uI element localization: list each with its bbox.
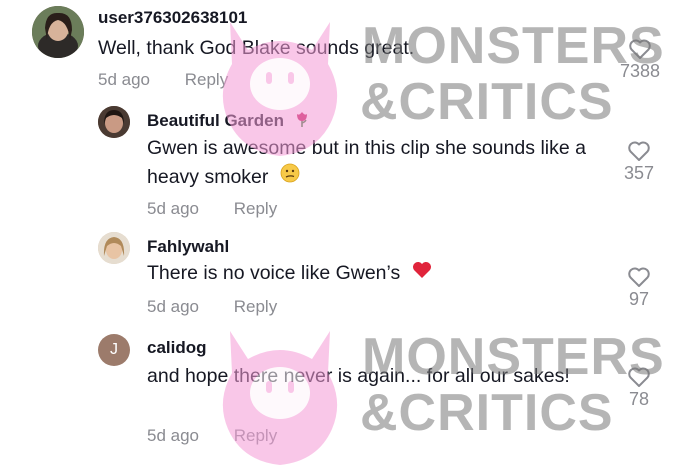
timestamp: 5d ago — [147, 426, 199, 445]
comment-text-row: There is no voice like Gwen’s — [147, 259, 597, 288]
timestamp: 5d ago — [147, 199, 199, 218]
reply-button[interactable]: Reply — [234, 297, 277, 317]
reply-button[interactable]: Reply — [185, 70, 228, 90]
reply-button[interactable]: Reply — [234, 199, 277, 219]
like-count: 97 — [628, 289, 650, 309]
like-count: 7388 — [619, 61, 661, 81]
comment-meta: 5d ago Reply — [147, 426, 277, 446]
rose-icon — [295, 110, 309, 133]
user-photo-icon — [32, 6, 84, 58]
username[interactable]: Fahlywahl — [147, 237, 229, 257]
comment-text-row: Gwen is awesome but in this clip she sou… — [147, 134, 597, 192]
avatar[interactable] — [32, 6, 84, 58]
heart-outline-icon — [628, 141, 650, 161]
watermark-line2: &CRITICS — [360, 384, 614, 442]
confused-face-icon — [280, 163, 300, 192]
user-photo-icon — [98, 232, 130, 264]
like-button[interactable]: 97 — [609, 266, 669, 310]
comment-meta: 5d ago Reply — [147, 297, 277, 317]
avatar[interactable]: J — [98, 334, 130, 366]
username-row: Beautiful Garden — [147, 110, 309, 133]
comment-text: and hope there never is again... for all… — [147, 365, 570, 387]
comment-meta: 5d ago Reply — [98, 70, 228, 90]
avatar[interactable] — [98, 232, 130, 264]
comment-text: Gwen is awesome but in this clip she sou… — [147, 137, 586, 188]
like-button[interactable]: 357 — [609, 140, 669, 184]
user-photo-icon — [98, 106, 130, 138]
red-heart-icon — [412, 259, 432, 288]
timestamp: 5d ago — [98, 70, 150, 89]
username[interactable]: Beautiful Garden — [147, 111, 284, 130]
username[interactable]: calidog — [147, 338, 207, 358]
username[interactable]: user376302638101 — [98, 8, 247, 28]
avatar[interactable] — [98, 106, 130, 138]
heart-outline-icon — [629, 39, 651, 59]
heart-outline-icon — [628, 367, 650, 387]
like-count: 357 — [623, 163, 655, 183]
monster-mascot-icon — [222, 331, 338, 465]
timestamp: 5d ago — [147, 297, 199, 316]
avatar-initial: J — [110, 341, 118, 358]
comment-text: Well, thank God Blake sounds great. — [98, 37, 415, 59]
heart-outline-icon — [628, 267, 650, 287]
comment-text: There is no voice like Gwen’s — [147, 262, 401, 284]
like-button[interactable]: 78 — [609, 366, 669, 410]
like-button[interactable]: 7388 — [610, 38, 670, 82]
reply-button[interactable]: Reply — [234, 426, 277, 446]
like-count: 78 — [628, 389, 650, 409]
comment-meta: 5d ago Reply — [147, 199, 277, 219]
watermark-line2: &CRITICS — [360, 73, 614, 131]
